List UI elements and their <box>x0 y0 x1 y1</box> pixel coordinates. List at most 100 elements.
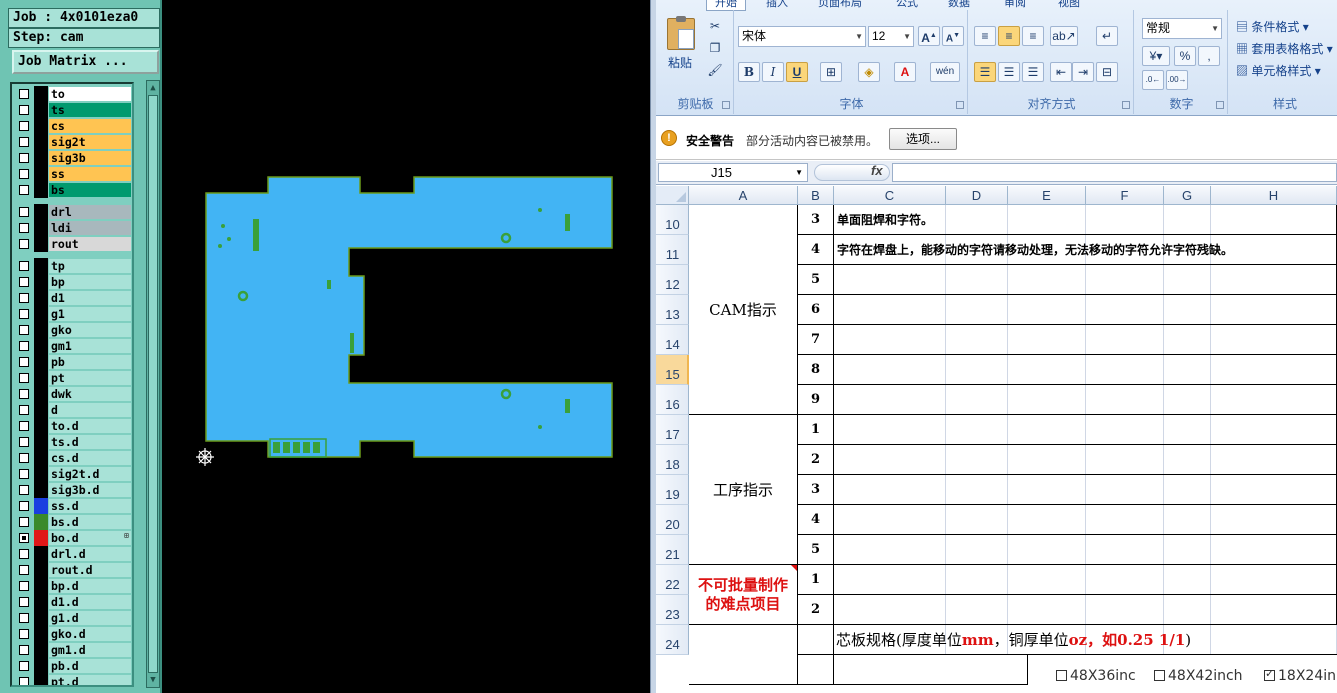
orientation-icon[interactable]: ab↗ <box>1050 26 1078 46</box>
layer-checkbox[interactable] <box>19 533 29 543</box>
layer-name[interactable]: gko <box>49 323 131 337</box>
layer-name[interactable]: rout.d <box>49 563 131 577</box>
cell-b[interactable]: 1 <box>798 415 834 445</box>
row-header[interactable]: 20 <box>656 505 689 535</box>
layer-checkbox[interactable] <box>19 169 29 179</box>
layer-color-swatch[interactable] <box>34 236 48 252</box>
row-header[interactable]: 13 <box>656 295 689 325</box>
layer-row[interactable]: rout.d <box>12 562 132 578</box>
layer-name[interactable]: g1 <box>49 307 131 321</box>
layer-checkbox[interactable] <box>19 501 29 511</box>
row-header[interactable]: 17 <box>656 415 689 445</box>
layer-checkbox[interactable] <box>19 293 29 303</box>
cell-b[interactable]: 3 <box>798 475 834 505</box>
cell-b[interactable]: 9 <box>798 385 834 415</box>
scroll-thumb[interactable] <box>148 95 158 673</box>
row-header[interactable]: 22 <box>656 565 689 595</box>
cell-b[interactable] <box>798 625 834 655</box>
layer-color-swatch[interactable] <box>34 546 48 562</box>
grow-font-icon[interactable]: A▲ <box>918 26 940 46</box>
layer-row[interactable]: dwk <box>12 386 132 402</box>
column-header[interactable]: H <box>1211 186 1337 205</box>
layer-row[interactable]: sig2t <box>12 134 132 150</box>
layer-name[interactable]: sig2t <box>49 135 131 149</box>
column-header[interactable]: D <box>946 186 1008 205</box>
name-box[interactable]: J15 ▼ <box>658 163 808 182</box>
layer-name[interactable]: ss.d <box>49 499 131 513</box>
layer-row[interactable]: sig3b <box>12 150 132 166</box>
layer-color-swatch[interactable] <box>34 658 48 674</box>
copy-icon[interactable]: ❐ <box>704 38 726 58</box>
layer-checkbox[interactable] <box>19 239 29 249</box>
layer-checkbox[interactable] <box>19 485 29 495</box>
layer-checkbox[interactable] <box>19 453 29 463</box>
layer-row[interactable]: pb <box>12 354 132 370</box>
layer-color-swatch[interactable] <box>34 530 48 546</box>
layer-row[interactable]: ldi <box>12 220 132 236</box>
layer-checkbox[interactable] <box>19 405 29 415</box>
layer-row[interactable]: rout <box>12 236 132 252</box>
layer-checkbox[interactable] <box>19 261 29 271</box>
cell-c-merged[interactable] <box>834 325 1337 355</box>
layer-row[interactable]: to <box>12 86 132 102</box>
layer-checkbox[interactable] <box>19 549 29 559</box>
cell-c-merged[interactable] <box>834 415 1337 445</box>
bold-button[interactable]: B <box>738 62 760 82</box>
layer-row[interactable]: drl.d <box>12 546 132 562</box>
row-header[interactable]: 14 <box>656 325 689 355</box>
layer-name[interactable]: pt.d <box>49 675 131 685</box>
layer-color-swatch[interactable] <box>34 418 48 434</box>
layer-color-swatch[interactable] <box>34 338 48 354</box>
row-header[interactable]: 10 <box>656 205 689 235</box>
layer-name[interactable]: to.d <box>49 419 131 433</box>
cell-c-merged[interactable] <box>834 565 1337 595</box>
cell-c-merged[interactable] <box>834 355 1337 385</box>
layer-checkbox[interactable] <box>19 185 29 195</box>
layer-name[interactable]: cs <box>49 119 131 133</box>
layer-name[interactable]: ts <box>49 103 131 117</box>
security-options-button[interactable]: 选项... <box>889 128 957 150</box>
worksheet-grid[interactable]: ABCDEFGH 10 11 12 13 14 15 16 17 18 19 20 21 22 23 24 … <box>656 186 1337 693</box>
clipboard-launcher-icon[interactable] <box>722 101 730 109</box>
layer-color-swatch[interactable] <box>34 674 48 685</box>
layer-checkbox[interactable] <box>19 105 29 115</box>
select-all-corner[interactable] <box>656 186 689 205</box>
tab-formulas[interactable]: 公式 <box>896 0 918 10</box>
decrease-decimal-icon[interactable]: .00→ <box>1166 70 1188 90</box>
format-as-table-button[interactable]: ▦ 套用表格格式 ▾ <box>1236 40 1333 57</box>
cell-c-merged[interactable] <box>834 385 1337 415</box>
layer-name[interactable]: d <box>49 403 131 417</box>
layer-name[interactable]: ts.d <box>49 435 131 449</box>
align-middle-icon[interactable]: ≡ <box>998 26 1020 46</box>
layer-color-swatch[interactable] <box>34 434 48 450</box>
layer-row[interactable]: bp.d <box>12 578 132 594</box>
layer-color-swatch[interactable] <box>34 642 48 658</box>
layer-color-swatch[interactable] <box>34 562 48 578</box>
column-header[interactable]: A <box>689 186 798 205</box>
layer-row[interactable]: pb.d <box>12 658 132 674</box>
layer-color-swatch[interactable] <box>34 498 48 514</box>
layer-name[interactable]: gm1.d <box>49 643 131 657</box>
font-name-combo[interactable]: 宋体 ▼ <box>738 26 866 47</box>
paste-button[interactable]: 粘贴 <box>668 54 692 71</box>
layer-name[interactable]: sig2t.d <box>49 467 131 481</box>
layer-name[interactable]: drl.d <box>49 547 131 561</box>
board-size-checkbox[interactable]: 48X36inc <box>1056 668 1136 684</box>
layer-row[interactable]: d1.d <box>12 594 132 610</box>
layer-checkbox[interactable] <box>19 581 29 591</box>
font-color-icon[interactable]: A <box>894 62 916 82</box>
layer-color-swatch[interactable] <box>34 514 48 530</box>
layer-checkbox[interactable] <box>19 437 29 447</box>
phonetic-icon[interactable]: wén <box>930 62 960 82</box>
layer-name[interactable]: bp.d <box>49 579 131 593</box>
cut-icon[interactable]: ✂ <box>704 16 726 36</box>
layer-color-swatch[interactable] <box>34 118 48 134</box>
paste-icon[interactable] <box>667 16 695 50</box>
merge-center-icon[interactable]: ⊟ <box>1096 62 1118 82</box>
tab-insert[interactable]: 插入 <box>766 0 788 10</box>
layer-name[interactable]: pb.d <box>49 659 131 673</box>
layer-checkbox[interactable] <box>19 597 29 607</box>
layer-checkbox[interactable] <box>19 153 29 163</box>
cell-c-merged[interactable]: 字符在焊盘上，能移动的字符请移动处理，无法移动的字符允许字符残缺。 <box>834 235 1337 265</box>
layer-checkbox[interactable] <box>19 325 29 335</box>
